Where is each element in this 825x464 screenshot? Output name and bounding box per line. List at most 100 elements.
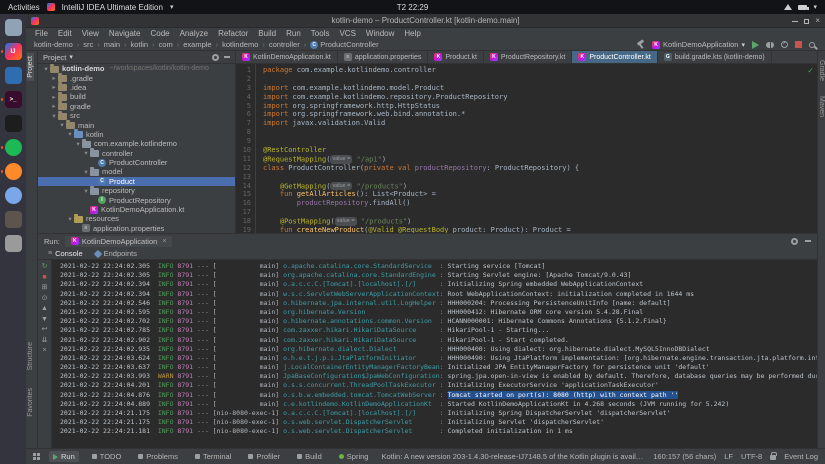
tree-item-idea[interactable]: ▸ .idea bbox=[38, 83, 235, 92]
up-icon[interactable]: ▲ bbox=[41, 305, 48, 313]
tree-item-gradle[interactable]: ▸ gradle bbox=[38, 102, 235, 111]
menu-edit[interactable]: Edit bbox=[53, 29, 77, 38]
pin-icon[interactable]: ⊙ bbox=[42, 295, 48, 303]
statusbar-spring-button[interactable]: Spring bbox=[335, 451, 373, 462]
tree-item-model[interactable]: ▾ model bbox=[38, 167, 235, 176]
gear-icon[interactable] bbox=[791, 238, 798, 245]
tree-item-src[interactable]: ▾ src bbox=[38, 111, 235, 120]
window-title-bar[interactable]: kotlin-demo – ProductController.kt [kotl… bbox=[26, 14, 825, 28]
tree-item-controller[interactable]: ▾ controller bbox=[38, 149, 235, 158]
breadcrumb-kotlin-demo[interactable]: kotlin-demo bbox=[34, 40, 73, 49]
tree-item-com-example-kotlindemo[interactable]: ▾ com.example.kotlindemo bbox=[38, 139, 235, 148]
expand-chevron-icon[interactable]: ▾ bbox=[66, 130, 74, 138]
dock-spotify-icon[interactable] bbox=[5, 139, 22, 156]
breadcrumb-controller[interactable]: controller bbox=[269, 40, 300, 49]
dock-chromium-icon[interactable] bbox=[5, 187, 22, 204]
hide-panel-icon[interactable] bbox=[805, 240, 811, 242]
tool-stripe-project[interactable]: Project bbox=[27, 53, 34, 81]
tree-item-kotlin[interactable]: ▾ kotlin bbox=[38, 130, 235, 139]
debug-button[interactable] bbox=[766, 42, 774, 48]
clear-icon[interactable]: × bbox=[42, 347, 46, 355]
menu-analyze[interactable]: Analyze bbox=[175, 29, 213, 38]
editor[interactable]: 12345678910111213141516171819 package co… bbox=[236, 64, 817, 233]
run-button[interactable] bbox=[752, 41, 759, 49]
clock[interactable]: T2 22:29 bbox=[397, 3, 429, 12]
tree-item-product[interactable]: C Product bbox=[38, 177, 235, 186]
statusbar-build-button[interactable]: Build bbox=[293, 451, 326, 462]
breadcrumb-kotlin[interactable]: kotlin bbox=[131, 40, 149, 49]
profiler-button[interactable] bbox=[781, 41, 788, 48]
dock-firefox-icon[interactable] bbox=[5, 163, 22, 180]
file-encoding[interactable]: UTF-8 bbox=[741, 452, 762, 461]
tool-stripe-gradle[interactable]: Gradle bbox=[818, 57, 825, 84]
dock-console-icon[interactable] bbox=[5, 115, 22, 132]
run-tab-kotlindemoapplication[interactable]: K KotlinDemoApplication × bbox=[65, 236, 173, 247]
event-log-button[interactable]: Event Log bbox=[784, 452, 818, 461]
menu-navigate[interactable]: Navigate bbox=[104, 29, 146, 38]
tree-item-repository[interactable]: ▾ repository bbox=[38, 186, 235, 195]
editor-tab-kotlindemoapplication-kt[interactable]: KKotlinDemoApplication.kt bbox=[236, 51, 338, 63]
expand-chevron-icon[interactable]: ▾ bbox=[82, 187, 90, 195]
editor-tab-build-gradle-kts-kotlin-demo[interactable]: Gbuild.gradle.kts (kotlin-demo) bbox=[658, 51, 772, 63]
tool-stripe-favorites[interactable]: Favorites bbox=[27, 385, 34, 420]
tool-stripe-structure[interactable]: Structure bbox=[27, 339, 34, 373]
expand-chevron-icon[interactable]: ▾ bbox=[66, 215, 74, 223]
dock-gimp-icon[interactable] bbox=[5, 211, 22, 228]
system-menu-chevron-icon[interactable]: ▾ bbox=[813, 3, 817, 11]
lock-icon[interactable] bbox=[770, 455, 776, 460]
menu-file[interactable]: File bbox=[30, 29, 53, 38]
breadcrumb-main[interactable]: main bbox=[104, 40, 120, 49]
tool-window-switcher-icon[interactable] bbox=[33, 453, 40, 460]
hide-panel-icon[interactable] bbox=[224, 56, 230, 58]
tree-item-application-properties[interactable]: ≡ application.properties bbox=[38, 224, 235, 233]
console-output[interactable]: 2021-02-22 22:24:02.305 INFO 8791 --- [ … bbox=[52, 260, 817, 448]
menu-refactor[interactable]: Refactor bbox=[213, 29, 253, 38]
dock-files-icon[interactable] bbox=[5, 19, 22, 36]
dock-intellij-idea-icon[interactable]: IJ bbox=[5, 43, 22, 60]
statusbar-profiler-button[interactable]: Profiler bbox=[244, 451, 284, 462]
line-separator[interactable]: LF bbox=[724, 452, 733, 461]
editor-tab-application-properties[interactable]: ≡application.properties bbox=[338, 51, 429, 63]
soft-wrap-icon[interactable]: ↩ bbox=[42, 326, 48, 334]
run-configuration-selector[interactable]: K KotlinDemoApplication ▾ bbox=[652, 40, 745, 49]
tree-item-resources[interactable]: ▾ resources bbox=[38, 214, 235, 223]
menu-run[interactable]: Run bbox=[281, 29, 306, 38]
tree-item-main[interactable]: ▾ main bbox=[38, 120, 235, 129]
breadcrumb-kotlindemo[interactable]: kotlindemo bbox=[222, 40, 258, 49]
expand-chevron-icon[interactable]: ▸ bbox=[50, 102, 58, 110]
focused-app-title[interactable]: IntelliJ IDEA Ultimate Edition bbox=[62, 3, 163, 12]
expand-chevron-icon[interactable]: ▸ bbox=[50, 83, 58, 91]
restore-layout-icon[interactable]: ⊞ bbox=[42, 284, 48, 292]
dock-vscode-icon[interactable] bbox=[5, 67, 22, 84]
breadcrumb-com[interactable]: com bbox=[159, 40, 173, 49]
close-button[interactable]: × bbox=[815, 17, 820, 25]
dock-terminal-icon[interactable]: >_ bbox=[5, 91, 22, 108]
editor-tab-productrepository-kt[interactable]: KProductRepository.kt bbox=[484, 51, 572, 63]
scroll-to-end-icon[interactable]: ⇊ bbox=[42, 337, 48, 345]
stop-button[interactable] bbox=[795, 41, 802, 48]
editor-tab-product-kt[interactable]: KProduct.kt bbox=[428, 51, 484, 63]
run-tab-endpoints[interactable]: Endpoints bbox=[95, 249, 137, 258]
down-icon[interactable]: ▼ bbox=[41, 316, 48, 324]
tree-item-kotlin-demo[interactable]: ▾ kotlin-demo ~/workspaces/kotlin/kotlin… bbox=[38, 64, 235, 73]
tree-item-gradle[interactable]: ▸ .gradle bbox=[38, 73, 235, 82]
menu-vcs[interactable]: VCS bbox=[334, 29, 360, 38]
stop-icon[interactable]: ■ bbox=[42, 274, 46, 282]
menu-tools[interactable]: Tools bbox=[306, 29, 335, 38]
build-hammer-icon[interactable] bbox=[636, 40, 645, 49]
expand-chevron-icon[interactable]: ▸ bbox=[50, 74, 58, 82]
search-everywhere-icon[interactable] bbox=[809, 42, 815, 48]
run-tab-console[interactable]: ≡Console bbox=[48, 249, 83, 258]
expand-chevron-icon[interactable]: ▾ bbox=[82, 149, 90, 157]
statusbar-todo-button[interactable]: TODO bbox=[88, 451, 126, 462]
expand-chevron-icon[interactable]: ▾ bbox=[82, 168, 90, 176]
expand-chevron-icon[interactable]: ▾ bbox=[42, 65, 50, 73]
code-area[interactable]: package com.example.kotlindemo.controlle… bbox=[256, 64, 817, 233]
breadcrumb-example[interactable]: example bbox=[183, 40, 211, 49]
minimize-button[interactable] bbox=[792, 21, 798, 22]
rerun-icon[interactable]: ↻ bbox=[42, 263, 48, 271]
gear-icon[interactable] bbox=[212, 54, 219, 61]
expand-chevron-icon[interactable]: ▾ bbox=[58, 121, 66, 129]
maximize-button[interactable] bbox=[804, 19, 809, 24]
expand-chevron-icon[interactable]: ▾ bbox=[74, 140, 82, 148]
